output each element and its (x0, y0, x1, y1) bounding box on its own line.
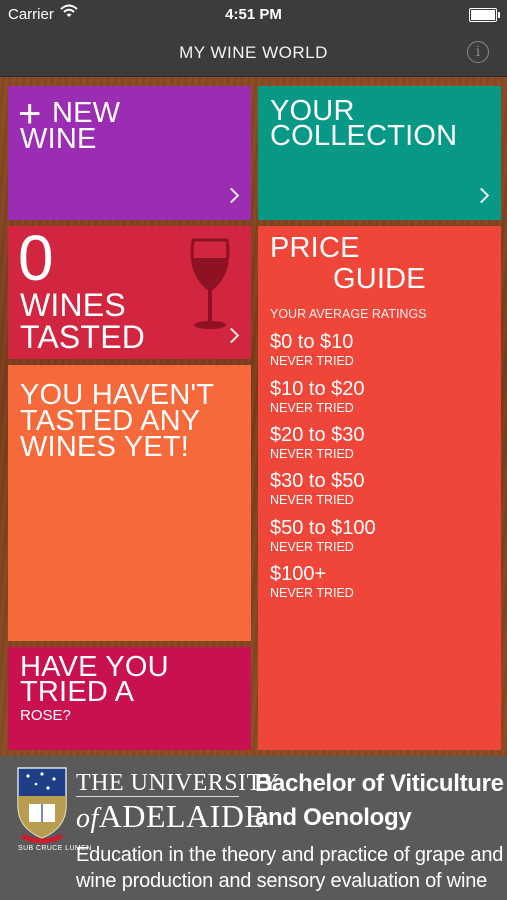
new-wine-tile[interactable]: + NEW WINE (8, 86, 251, 220)
university-name-line2: ofADELAIDE (76, 798, 265, 835)
wines-tasted-line2: TASTED (20, 319, 146, 355)
price-range-status: NEVER TRIED (270, 540, 354, 554)
chevron-right-icon (223, 187, 240, 204)
wines-tasted-line1: WINES (20, 287, 126, 323)
price-range-label: $100+ (270, 563, 327, 585)
divider (76, 796, 239, 797)
page-title: MY WINE WORLD (179, 43, 328, 62)
price-range-status: NEVER TRIED (270, 401, 354, 415)
collection-tile[interactable]: YOUR COLLECTION (258, 86, 501, 220)
price-range-label: $30 to $50 (270, 470, 365, 492)
price-guide-subtitle: YOUR AVERAGE RATINGS (270, 307, 427, 321)
wines-tasted-count: 0 (18, 226, 54, 294)
price-range-item[interactable]: $20 to $30 NEVER TRIED (270, 424, 365, 461)
no-wines-message-tile: YOU HAVEN'T TASTED ANY WINES YET! (8, 365, 251, 641)
info-icon[interactable]: i (467, 41, 489, 63)
price-range-item[interactable]: $100+ NEVER TRIED (270, 563, 354, 600)
collection-line2: COLLECTION (270, 120, 458, 152)
university-name-adelaide: ADELAIDE (98, 798, 265, 834)
price-range-status: NEVER TRIED (270, 586, 354, 600)
tile-board: + NEW WINE YOUR COLLECTION 0 WINES TASTE… (0, 77, 507, 756)
wines-tasted-tile[interactable]: 0 WINES TASTED (8, 226, 251, 359)
university-name-of: of (76, 803, 99, 834)
rose-line3: ROSE? (20, 707, 71, 724)
new-wine-line2: WINE (20, 123, 97, 155)
wine-glass-icon (190, 238, 230, 329)
price-range-label: $50 to $100 (270, 517, 376, 539)
degree-description-line1: Education in the theory and practice of … (76, 844, 504, 866)
price-guide-title1: PRICE (270, 232, 360, 264)
rose-line2: TRIED A (20, 676, 135, 708)
price-range-label: $20 to $30 (270, 424, 365, 446)
university-banner[interactable]: SUB CRUCE LUMEN THE UNIVERSITY ofADELAID… (0, 756, 507, 900)
degree-title-line2: and Oenology (255, 804, 412, 831)
nav-bar: MY WINE WORLD i (0, 30, 507, 77)
price-range-status: NEVER TRIED (270, 354, 354, 368)
status-time: 4:51 PM (225, 6, 282, 23)
degree-title-line1: Bachelor of Viticulture (255, 770, 504, 797)
university-name-line1: THE UNIVERSITY (76, 770, 280, 796)
price-range-label: $10 to $20 (270, 378, 365, 400)
price-range-status: NEVER TRIED (270, 493, 354, 507)
battery-icon (469, 8, 500, 22)
price-range-item[interactable]: $0 to $10 NEVER TRIED (270, 331, 354, 368)
price-range-status: NEVER TRIED (270, 447, 354, 461)
price-range-label: $0 to $10 (270, 331, 354, 353)
price-range-item[interactable]: $50 to $100 NEVER TRIED (270, 517, 376, 554)
price-range-item[interactable]: $30 to $50 NEVER TRIED (270, 470, 365, 507)
message-line3: WINES YET! (20, 431, 190, 463)
price-guide-title2: GUIDE (333, 263, 426, 295)
degree-description-line2: wine production and sensory evaluation o… (76, 870, 488, 892)
chevron-right-icon (473, 187, 490, 204)
status-bar: Carrier 4:51 PM (0, 0, 507, 30)
price-guide-tile[interactable]: PRICE GUIDE YOUR AVERAGE RATINGS $0 to $… (258, 226, 501, 750)
price-range-item[interactable]: $10 to $20 NEVER TRIED (270, 378, 365, 415)
rose-tile[interactable]: HAVE YOU TRIED A ROSE? (8, 647, 251, 750)
university-crest-logo (17, 767, 67, 844)
